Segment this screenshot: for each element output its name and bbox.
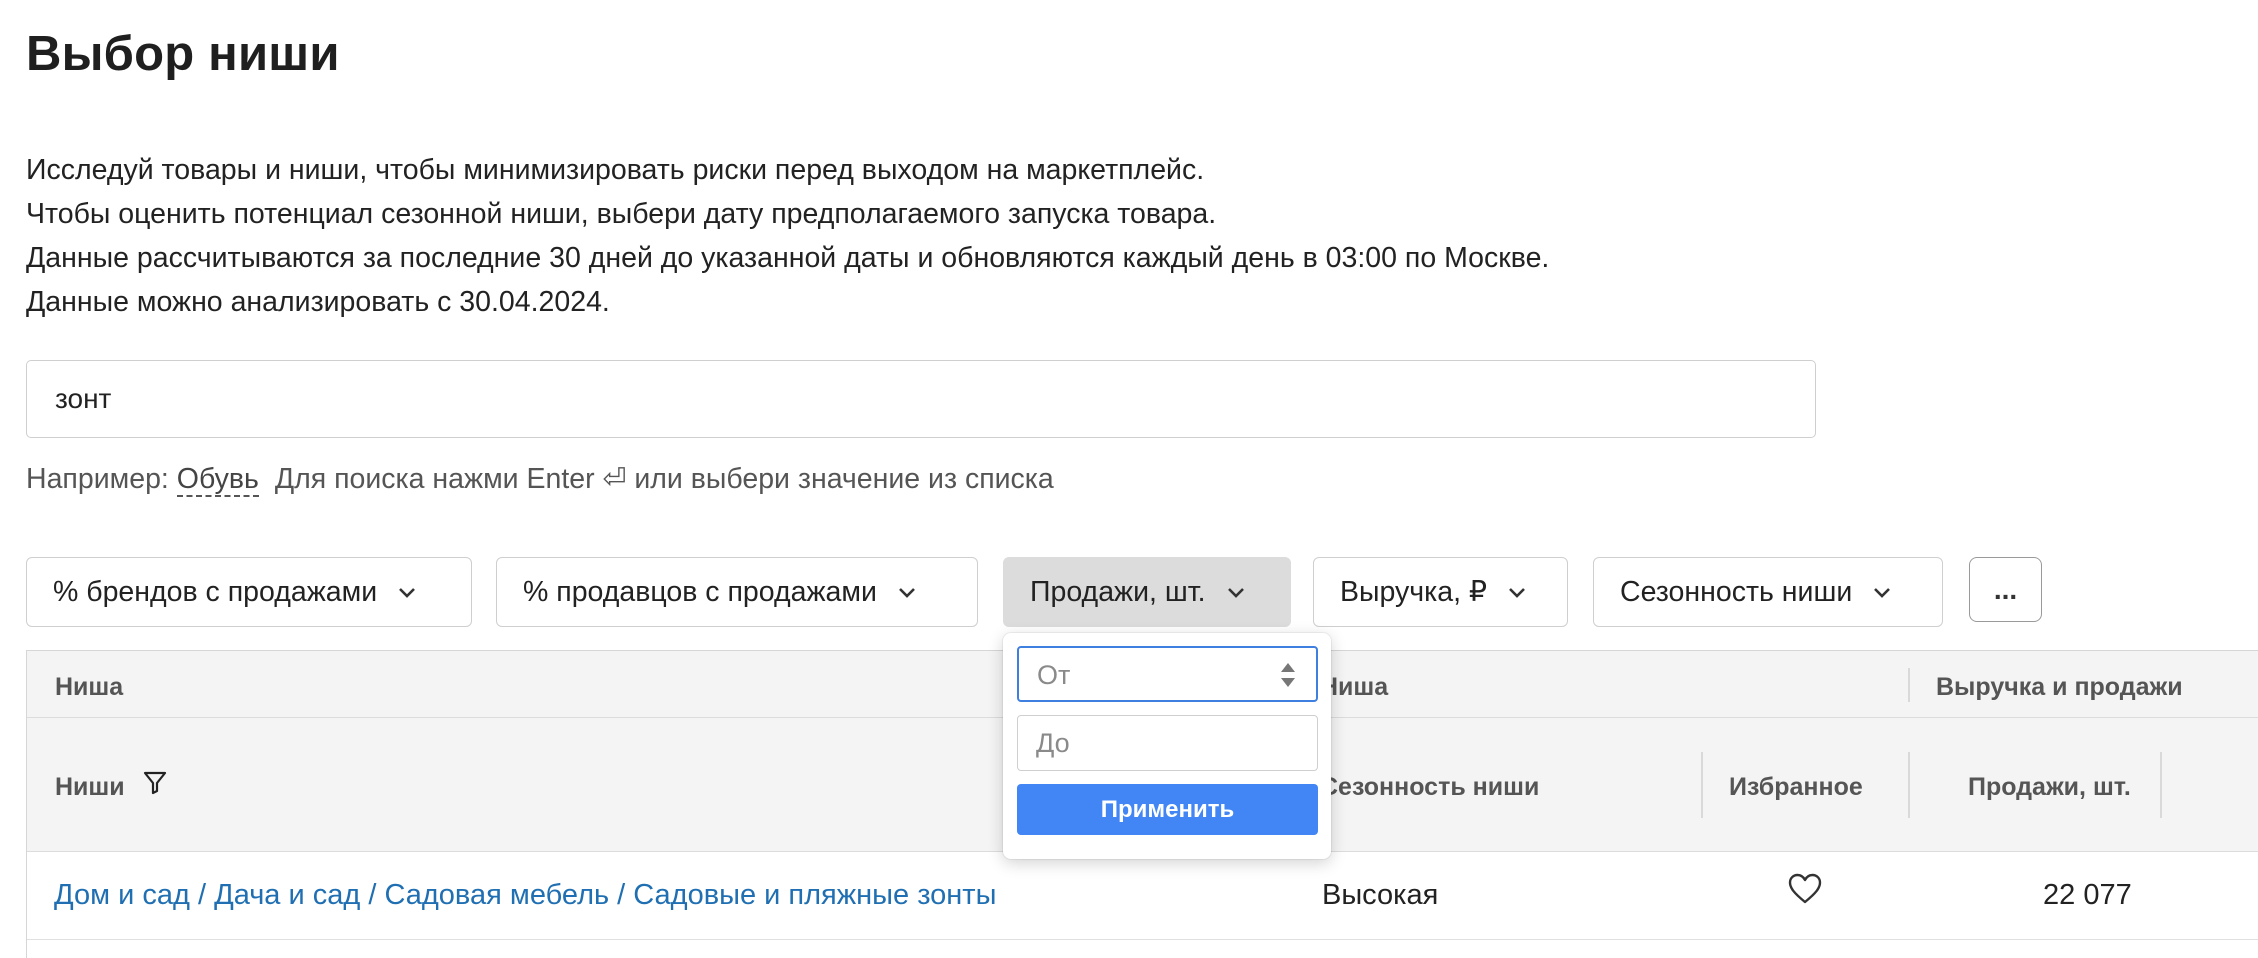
- filter-niche-seasonality[interactable]: Сезонность ниши: [1593, 557, 1943, 627]
- hint-example-link[interactable]: Обувь: [176, 463, 259, 497]
- column-divider: [1908, 668, 1910, 702]
- niche-search-field[interactable]: [26, 360, 1816, 438]
- niche-search-input[interactable]: [55, 381, 1755, 417]
- group-header-revenue-sales: Выручка и продажи: [1936, 673, 2183, 701]
- description-line-2: Чтобы оценить потенциал сезонной ниши, в…: [26, 198, 1217, 230]
- chevron-down-icon: [898, 588, 915, 598]
- group-header-niche: Ниша: [55, 673, 124, 701]
- filter-label: % продавцов с продажами: [523, 575, 877, 608]
- filter-label: Продажи, шт.: [1030, 575, 1206, 608]
- column-header-sales-units[interactable]: Продажи, шт.: [1968, 773, 2131, 802]
- description-line-1: Исследуй товары и ниши, чтобы минимизиро…: [26, 154, 1205, 186]
- search-hint: Например: Обувь Для поиска нажми Enter ⏎…: [26, 462, 1054, 497]
- description-line-3: Данные рассчитываются за последние 30 дн…: [26, 242, 1550, 274]
- heart-outline-icon[interactable]: [1788, 873, 1822, 905]
- chevron-down-icon: [399, 588, 416, 598]
- sales-range-popover: Применить: [1003, 633, 1331, 859]
- column-header-seasonality[interactable]: Сезонность ниши: [1320, 773, 1539, 802]
- seasonality-value: Высокая: [1322, 879, 1439, 911]
- filter-label: Выручка, ₽: [1340, 576, 1488, 608]
- chevron-down-icon: [1509, 588, 1525, 598]
- number-spinner-icon[interactable]: [1278, 656, 1298, 694]
- filter-brands-with-sales[interactable]: % брендов с продажами: [26, 557, 472, 627]
- chevron-down-icon: [1227, 588, 1244, 598]
- sales-units-value: 22 077: [2043, 879, 2132, 911]
- apply-button[interactable]: Применить: [1017, 784, 1318, 835]
- column-divider: [1701, 752, 1703, 818]
- next-row-partial: [27, 940, 2258, 958]
- niche-link[interactable]: Дом и сад / Дача и сад / Садовая мебель …: [54, 879, 996, 912]
- range-from-input[interactable]: [1037, 660, 1267, 690]
- chevron-down-icon: [1874, 588, 1891, 598]
- filter-revenue[interactable]: Выручка, ₽: [1313, 557, 1568, 627]
- filter-sellers-with-sales[interactable]: % продавцов с продажами: [496, 557, 978, 627]
- range-to-field[interactable]: [1017, 715, 1318, 771]
- filter-label: Сезонность ниши: [1620, 575, 1853, 608]
- column-divider: [1908, 752, 1910, 818]
- filter-icon[interactable]: [143, 770, 167, 796]
- hint-prefix: Например:: [26, 463, 169, 495]
- column-divider: [2160, 752, 2162, 818]
- hint-suffix: Для поиска нажми Enter ⏎ или выбери знач…: [274, 463, 1054, 495]
- description-line-4: Данные можно анализировать с 30.04.2024.: [26, 286, 610, 318]
- range-from-field[interactable]: [1017, 646, 1318, 702]
- column-header-niches[interactable]: Ниши: [55, 773, 125, 802]
- range-to-input[interactable]: [1036, 728, 1266, 758]
- filter-sales-units[interactable]: Продажи, шт.: [1003, 557, 1291, 627]
- more-filters-button[interactable]: ...: [1969, 557, 2042, 622]
- column-header-favorite[interactable]: Избранное: [1729, 773, 1863, 802]
- filter-label: % брендов с продажами: [53, 575, 378, 608]
- page-title: Выбор ниши: [26, 27, 340, 81]
